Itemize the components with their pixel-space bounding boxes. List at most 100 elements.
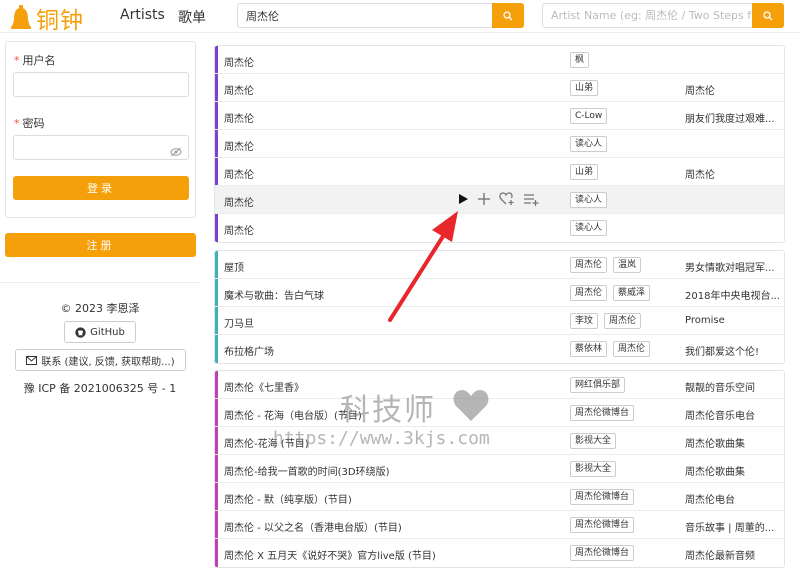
artist-tag[interactable]: 周杰伦微博台	[570, 489, 635, 505]
heart-add-icon[interactable]	[499, 192, 515, 206]
album-name[interactable]: 周杰伦	[685, 82, 780, 97]
nav-playlists[interactable]: 歌单	[178, 7, 206, 27]
song-title[interactable]: 周杰伦《七里香》	[224, 379, 304, 394]
artist-tag[interactable]: 山弟	[570, 164, 599, 180]
song-title[interactable]: 周杰伦	[224, 54, 254, 69]
song-list-programs: 周杰伦《七里香》 网红俱乐部 靓靓的音乐空间 周杰伦 - 花海（电台版）(节目) 周杰伦…	[214, 370, 785, 568]
song-row[interactable]: 周杰伦 - 以父之名（香港电台版）(节目) 周杰伦微博台 音乐故事 | 周董的...	[215, 511, 784, 539]
artist-tag[interactable]: 影视大全	[570, 461, 617, 477]
logo[interactable]: 铜钟	[10, 1, 84, 35]
artist-tag[interactable]: 读心人	[570, 136, 608, 152]
album-name[interactable]: 周杰伦音乐电台	[685, 407, 780, 422]
artist-tag[interactable]: 蔡威泽	[613, 285, 651, 301]
artist-tag[interactable]: 周杰伦微博台	[570, 545, 635, 561]
song-row[interactable]: 周杰伦 X 五月天《说好不哭》官方live版 (节目) 周杰伦微博台 周杰伦最新音频	[215, 539, 784, 567]
album-name[interactable]: 我们都爱这个伦!	[685, 343, 780, 358]
album-name[interactable]: 音乐故事 | 周董的...	[685, 519, 780, 534]
artist-tag[interactable]: 影视大全	[570, 433, 617, 449]
song-row[interactable]: 魔术与歌曲：告白气球 周杰伦 蔡威泽 2018年中央电视台...	[215, 279, 784, 307]
password-label: * 密码	[14, 117, 45, 130]
divider	[0, 282, 200, 283]
artist-tag[interactable]: 枫	[570, 52, 590, 68]
song-search-button[interactable]	[492, 3, 524, 28]
artist-tag[interactable]: 周杰伦微博台	[570, 405, 635, 421]
song-title[interactable]: 周杰伦	[224, 194, 254, 209]
song-title[interactable]: 周杰伦	[224, 110, 254, 125]
artist-tag[interactable]: 周杰伦	[604, 313, 642, 329]
album-name[interactable]: 朋友们我度过艰难...	[685, 110, 780, 125]
song-row[interactable]: 周杰伦 - 默（纯享版）(节目) 周杰伦微博台 周杰伦电台	[215, 483, 784, 511]
song-row[interactable]: 周杰伦《七里香》 网红俱乐部 靓靓的音乐空间	[215, 371, 784, 399]
github-button[interactable]: GitHub	[64, 321, 136, 343]
artist-tag[interactable]: 周杰伦	[570, 257, 608, 273]
album-name[interactable]: 靓靓的音乐空间	[685, 379, 780, 394]
album-name[interactable]: 2018年中央电视台...	[685, 287, 780, 302]
artist-tag[interactable]: 李玟	[570, 313, 599, 329]
artist-tag[interactable]: 周杰伦	[613, 341, 651, 357]
song-title[interactable]: 周杰伦	[224, 82, 254, 97]
eye-slash-icon[interactable]	[170, 142, 182, 161]
icp-record[interactable]: 豫 ICP 备 2021006325 号 - 1	[0, 380, 200, 396]
artist-tag[interactable]: 山弟	[570, 80, 599, 96]
album-name[interactable]: 周杰伦	[685, 166, 780, 181]
artist-tags: 读心人	[570, 220, 608, 236]
artist-tag[interactable]: C-Low	[570, 108, 608, 124]
song-title[interactable]: 周杰伦 - 以父之名（香港电台版）(节目)	[224, 519, 402, 534]
artist-tag[interactable]: 网红俱乐部	[570, 377, 626, 393]
artist-tag[interactable]: 周杰伦微博台	[570, 517, 635, 533]
song-row[interactable]: 刀马旦 李玟 周杰伦 Promise	[215, 307, 784, 335]
artist-tags: C-Low	[570, 108, 608, 124]
song-title[interactable]: 屋顶	[224, 259, 244, 274]
add-to-playlist-icon[interactable]	[523, 192, 539, 206]
artist-search-button[interactable]	[752, 3, 784, 28]
song-search-input[interactable]	[238, 4, 493, 27]
song-row[interactable]: 周杰伦 - 花海（电台版）(节目) 周杰伦微博台 周杰伦音乐电台	[215, 399, 784, 427]
song-row[interactable]: 布拉格广场 蔡依林 周杰伦 我们都爱这个伦!	[215, 335, 784, 363]
song-row[interactable]: 屋顶 周杰伦 温岚 男女情歌对唱冠军...	[215, 251, 784, 279]
song-row[interactable]: 周杰伦 枫	[215, 46, 784, 74]
song-title[interactable]: 周杰伦 X 五月天《说好不哭》官方live版 (节目)	[224, 547, 436, 562]
artist-tag[interactable]: 读心人	[570, 192, 608, 208]
login-button[interactable]: 登录	[13, 176, 189, 200]
song-row[interactable]: 周杰伦 读心人	[215, 214, 784, 242]
song-row[interactable]: 周杰伦 山弟 周杰伦	[215, 158, 784, 186]
album-name[interactable]: 男女情歌对唱冠军...	[685, 259, 780, 274]
song-list-artists: 周杰伦枫周杰伦 山弟 周杰伦 周杰伦 C-Low 朋友们我度过艰难... 周杰伦 读心人 周杰伦…	[214, 45, 785, 243]
artist-tags: 山弟	[570, 164, 599, 180]
play-icon[interactable]	[457, 193, 469, 205]
album-name[interactable]: 周杰伦最新音频	[685, 547, 780, 562]
song-title[interactable]: 周杰伦 - 默（纯享版）(节目)	[224, 491, 352, 506]
artist-tag[interactable]: 蔡依林	[570, 341, 608, 357]
song-title[interactable]: 周杰伦	[224, 166, 254, 181]
song-row[interactable]: 周杰伦-给我一首歌的时间(3D环绕版) 影视大全 周杰伦歌曲集	[215, 455, 784, 483]
password-input[interactable]	[13, 135, 189, 160]
search-icon	[763, 10, 773, 20]
login-form: * 用户名 * 密码 登录	[5, 41, 196, 218]
album-name[interactable]: 周杰伦歌曲集	[685, 435, 780, 450]
artist-search-input[interactable]	[543, 4, 753, 27]
song-row[interactable]: 周杰伦 读心人	[215, 130, 784, 158]
song-title[interactable]: 周杰伦-给我一首歌的时间(3D环绕版)	[224, 463, 389, 478]
song-row[interactable]: 周杰伦 读心人	[215, 186, 784, 214]
contact-button[interactable]: 联系 (建议, 反馈, 获取帮助...)	[15, 349, 186, 371]
song-row[interactable]: 周杰伦 山弟 周杰伦	[215, 74, 784, 102]
artist-tag[interactable]: 温岚	[613, 257, 642, 273]
add-icon[interactable]	[477, 192, 491, 206]
artist-tags: 李玟 周杰伦	[570, 313, 642, 329]
username-input[interactable]	[13, 72, 189, 97]
song-title[interactable]: 周杰伦	[224, 138, 254, 153]
song-title[interactable]: 周杰伦	[224, 222, 254, 237]
album-name[interactable]: 周杰伦歌曲集	[685, 463, 780, 478]
song-row[interactable]: 周杰伦 C-Low 朋友们我度过艰难...	[215, 102, 784, 130]
song-title[interactable]: 魔术与歌曲：告白气球	[224, 287, 324, 302]
github-icon	[75, 326, 86, 338]
nav-artists[interactable]: Artists	[120, 7, 165, 23]
song-title[interactable]: 布拉格广场	[224, 343, 274, 358]
artist-tag[interactable]: 读心人	[570, 220, 608, 236]
album-name[interactable]: Promise	[685, 315, 780, 326]
album-name[interactable]: 周杰伦电台	[685, 491, 780, 506]
song-search	[237, 3, 524, 28]
register-button[interactable]: 注册	[5, 233, 196, 257]
song-title[interactable]: 刀马旦	[224, 315, 254, 330]
artist-tag[interactable]: 周杰伦	[570, 285, 608, 301]
